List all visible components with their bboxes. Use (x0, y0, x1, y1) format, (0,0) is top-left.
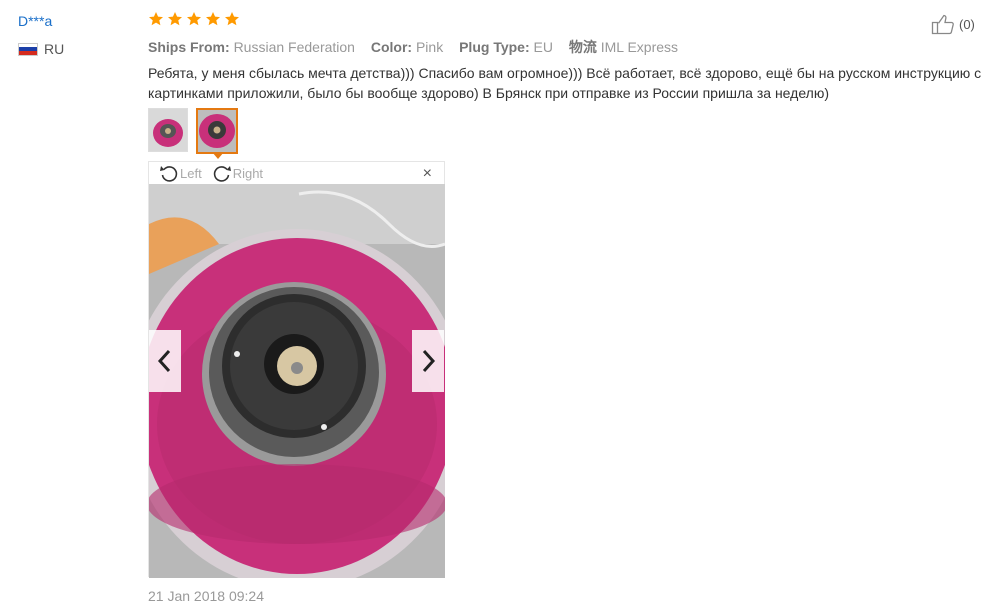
country-code: RU (44, 41, 65, 57)
photo-thumbnail-selected[interactable] (196, 108, 238, 154)
rotate-left-icon (160, 166, 178, 182)
star-icon (168, 12, 182, 26)
ships-from-label: Ships From: (148, 39, 230, 55)
rotate-right-icon (213, 166, 231, 182)
photo-thumbnail[interactable] (148, 108, 188, 152)
rotate-left-button[interactable]: Left (159, 163, 202, 183)
color-value: Pink (415, 39, 444, 55)
logistics-label: 物流 (568, 39, 597, 55)
thumbnail-pointer (212, 152, 224, 159)
helpful-count: (0) (959, 16, 975, 32)
rotate-right-button[interactable]: Right (212, 163, 263, 183)
rotate-right-label: Right (232, 165, 264, 181)
review-photo (149, 184, 445, 578)
thumbs-up-icon (931, 14, 954, 35)
order-attributes: Ships From: Russian Federation Color: Pi… (148, 37, 690, 57)
plug-type-label: Plug Type: (459, 39, 530, 55)
plug-type-value: EU (533, 39, 553, 55)
photo-thumbnails (148, 108, 246, 154)
helpful-button[interactable]: (0) (931, 13, 975, 35)
close-viewer-button[interactable]: × (423, 165, 432, 183)
russia-flag-icon (18, 42, 38, 56)
chevron-right-icon (422, 349, 436, 373)
star-icon (149, 12, 163, 26)
star-icon (225, 12, 239, 26)
next-photo-button[interactable] (412, 330, 444, 392)
star-icon (187, 12, 201, 26)
review-date: 21 Jan 2018 09:24 (148, 588, 264, 604)
color-label: Color: (370, 39, 413, 55)
rotate-left-label: Left (180, 165, 202, 181)
review-text: Ребята, у меня сбылась мечта детства))) … (148, 65, 982, 101)
reviewer-country: RU (18, 41, 64, 57)
photo-viewer: Left Right × (148, 161, 445, 578)
viewer-toolbar: Left Right × (149, 162, 444, 184)
star-icon (206, 12, 220, 26)
logistics-value: IML Express (600, 39, 679, 55)
previous-photo-button[interactable] (149, 330, 181, 392)
reviewer-name[interactable]: D***a (18, 13, 52, 29)
ships-from-value: Russian Federation (233, 39, 355, 55)
star-rating (148, 11, 243, 27)
chevron-left-icon (157, 349, 171, 373)
